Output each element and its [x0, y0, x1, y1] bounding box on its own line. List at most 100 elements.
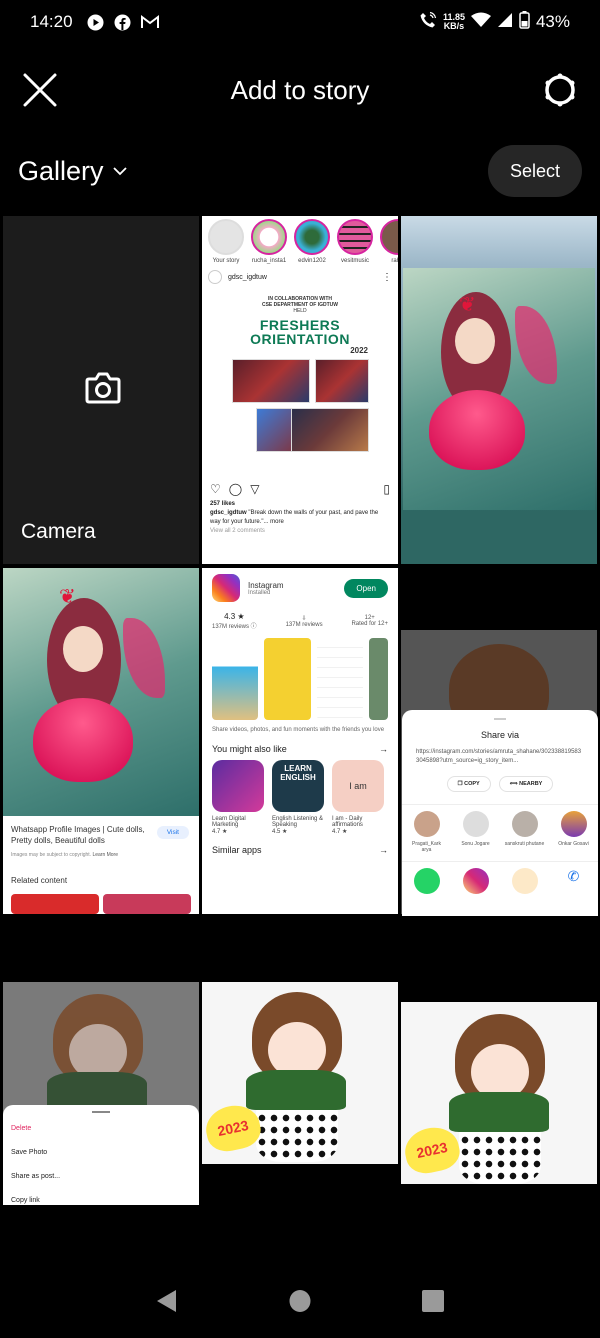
heart-icon: ♡: [210, 482, 221, 496]
app-card-rating: 4.7 ★: [212, 829, 228, 835]
action-sheet: Delete Save Photo Share as post... Copy …: [3, 1105, 199, 1205]
contact-item[interactable]: sanskruti phutane: [505, 811, 545, 853]
share-contacts: Pragati_Kark arya Sonu Jogare sanskruti …: [402, 804, 598, 853]
media-thumb-girl-2023-b[interactable]: 2023: [401, 1002, 597, 1184]
whatsapp-icon[interactable]: [413, 868, 440, 894]
contact-item[interactable]: Onkar Gosavi: [554, 811, 594, 853]
screenshot: [264, 638, 311, 720]
contact-name: Sonu Jogare: [461, 841, 490, 847]
poster: IN COLLABORATION WITH CSE DEPARTMENT OF …: [202, 296, 398, 452]
event-photo: [290, 408, 369, 452]
screenshots: [212, 638, 389, 720]
camera-tile[interactable]: Camera: [3, 216, 199, 564]
poster-title: ORIENTATION: [250, 331, 350, 347]
story-label: Your story: [212, 258, 240, 264]
share-link: https://instagram.com/stories/amruta_sha…: [416, 749, 582, 764]
doll-image: ❦: [403, 268, 595, 510]
learn-more-link[interactable]: Learn More: [92, 852, 118, 858]
app-card[interactable]: I am I am - Daily affirmations 4.7 ★: [332, 760, 384, 835]
notes-icon[interactable]: [511, 868, 538, 894]
caption-user: gdsc_igdtuw: [210, 510, 247, 516]
camera-icon: [85, 372, 121, 404]
back-button[interactable]: [156, 1289, 178, 1318]
avatar: [560, 811, 587, 837]
wifi-call-icon: [419, 11, 437, 34]
media-thumb-instagram-post[interactable]: Your story rucha_insta1 edvin1202 vesitm…: [202, 216, 398, 564]
drag-handle[interactable]: [92, 1111, 110, 1113]
recents-button[interactable]: [422, 1289, 445, 1318]
contact-item[interactable]: Sonu Jogare: [456, 811, 496, 853]
close-button[interactable]: [22, 72, 58, 108]
instagram-icon[interactable]: [462, 868, 489, 894]
nearby-button[interactable]: ⟺ NEARBY: [498, 776, 554, 792]
close-icon: [23, 73, 57, 107]
arrow-right-icon[interactable]: →: [379, 744, 388, 754]
app-card[interactable]: Learn Digital Marketing 4.7 ★: [212, 760, 264, 835]
home-icon: [289, 1289, 311, 1312]
download-icon: ⇩: [301, 615, 307, 622]
drag-handle[interactable]: [494, 718, 506, 720]
gallery-dropdown[interactable]: Gallery: [18, 156, 128, 187]
phone-icon[interactable]: ✆: [560, 868, 587, 894]
select-button[interactable]: Select: [488, 145, 582, 197]
share-sheet: Share via https://instagram.com/stories/…: [402, 710, 598, 916]
girl-jacket: [246, 1070, 346, 1110]
save-photo-option[interactable]: Save Photo: [3, 1149, 199, 1173]
chevron-down-icon: [112, 167, 127, 176]
screenshot: [368, 638, 389, 720]
media-thumb-fairy-doll[interactable]: ❦: [401, 216, 597, 564]
copy-link-option[interactable]: Copy link: [3, 1197, 199, 1221]
contact-item[interactable]: Pragati_Kark arya: [407, 811, 447, 853]
media-thumb-girl-2023-a[interactable]: 2023: [202, 982, 398, 1164]
open-button[interactable]: Open: [344, 578, 388, 598]
view-comments: View all 2 comments: [210, 528, 265, 534]
battery-percent: 43%: [535, 12, 570, 31]
copy-button[interactable]: ❐ COPY: [446, 776, 491, 792]
section-title: You might also like: [212, 744, 287, 754]
contact-name: sanskruti phutane: [504, 841, 545, 847]
share-title: Share via: [480, 730, 520, 740]
avatar: [462, 811, 489, 837]
story-item: rahul: [380, 219, 398, 264]
arrow-right-icon[interactable]: →: [379, 845, 388, 855]
app-rating: 4.3 ★: [224, 612, 245, 621]
delete-option[interactable]: Delete: [3, 1125, 199, 1149]
media-thumb-search-result[interactable]: ❦ Whatsapp Profile Images | Cute dolls, …: [3, 568, 199, 914]
media-thumb-play-store[interactable]: Instagram Installed Open 4.3 ★ 137M revie…: [202, 568, 398, 914]
status-bar: 14:20 11.85 KB/s 43%: [0, 0, 600, 44]
share-icon: ▽: [250, 482, 260, 496]
poster-title: FRESHERS: [259, 317, 341, 333]
likes-count: 257 likes: [210, 501, 236, 507]
system-nav-bar: [0, 1268, 600, 1338]
recents-icon: [422, 1289, 445, 1312]
settings-button[interactable]: [540, 70, 580, 110]
story-label: edvin1202: [298, 258, 326, 264]
related-heading: Related content: [11, 876, 68, 885]
home-button[interactable]: [289, 1289, 311, 1318]
visit-button[interactable]: Visit: [156, 826, 189, 839]
poster-photos: [202, 359, 398, 452]
bookmark-icon: ▯: [383, 482, 390, 496]
app-card[interactable]: LEARN ENGLISH English Listening & Speaking…: [272, 760, 324, 835]
net-speed-unit: KB/s: [443, 21, 465, 31]
suggested-apps: Learn Digital Marketing 4.7 ★ LEARN ENGLIS…: [212, 760, 388, 835]
avatar: [511, 811, 538, 837]
net-speed: 11.85 KB/s: [443, 13, 465, 31]
butterfly-icon: ❦: [459, 294, 476, 316]
share-apps: ✆: [402, 861, 598, 894]
post-username: gdsc_igdtuw: [228, 273, 267, 281]
avatar: [413, 811, 440, 837]
gallery-row: Gallery Select: [0, 142, 600, 200]
play-store-page: Instagram Installed Open 4.3 ★ 137M revie…: [202, 568, 398, 861]
doll-image: ❦: [3, 568, 199, 816]
share-as-post-option[interactable]: Share as post...: [3, 1173, 199, 1197]
top-bar: Add to story: [0, 60, 600, 120]
app-stats: 4.3 ★ 137M reviews ⓘ ⇩ 137M reviews 12+ Rat…: [212, 612, 388, 630]
event-photo: [231, 359, 310, 403]
doll-figure: ❦: [403, 268, 595, 510]
share-buttons: ❐ COPY ⟺ NEARBY: [402, 776, 598, 792]
copyright-text: Images may be subject to copyright.: [11, 852, 92, 858]
app-header: Instagram Installed Open: [212, 574, 388, 602]
girl-figure: [445, 1014, 565, 1184]
related-thumb: [11, 894, 99, 914]
